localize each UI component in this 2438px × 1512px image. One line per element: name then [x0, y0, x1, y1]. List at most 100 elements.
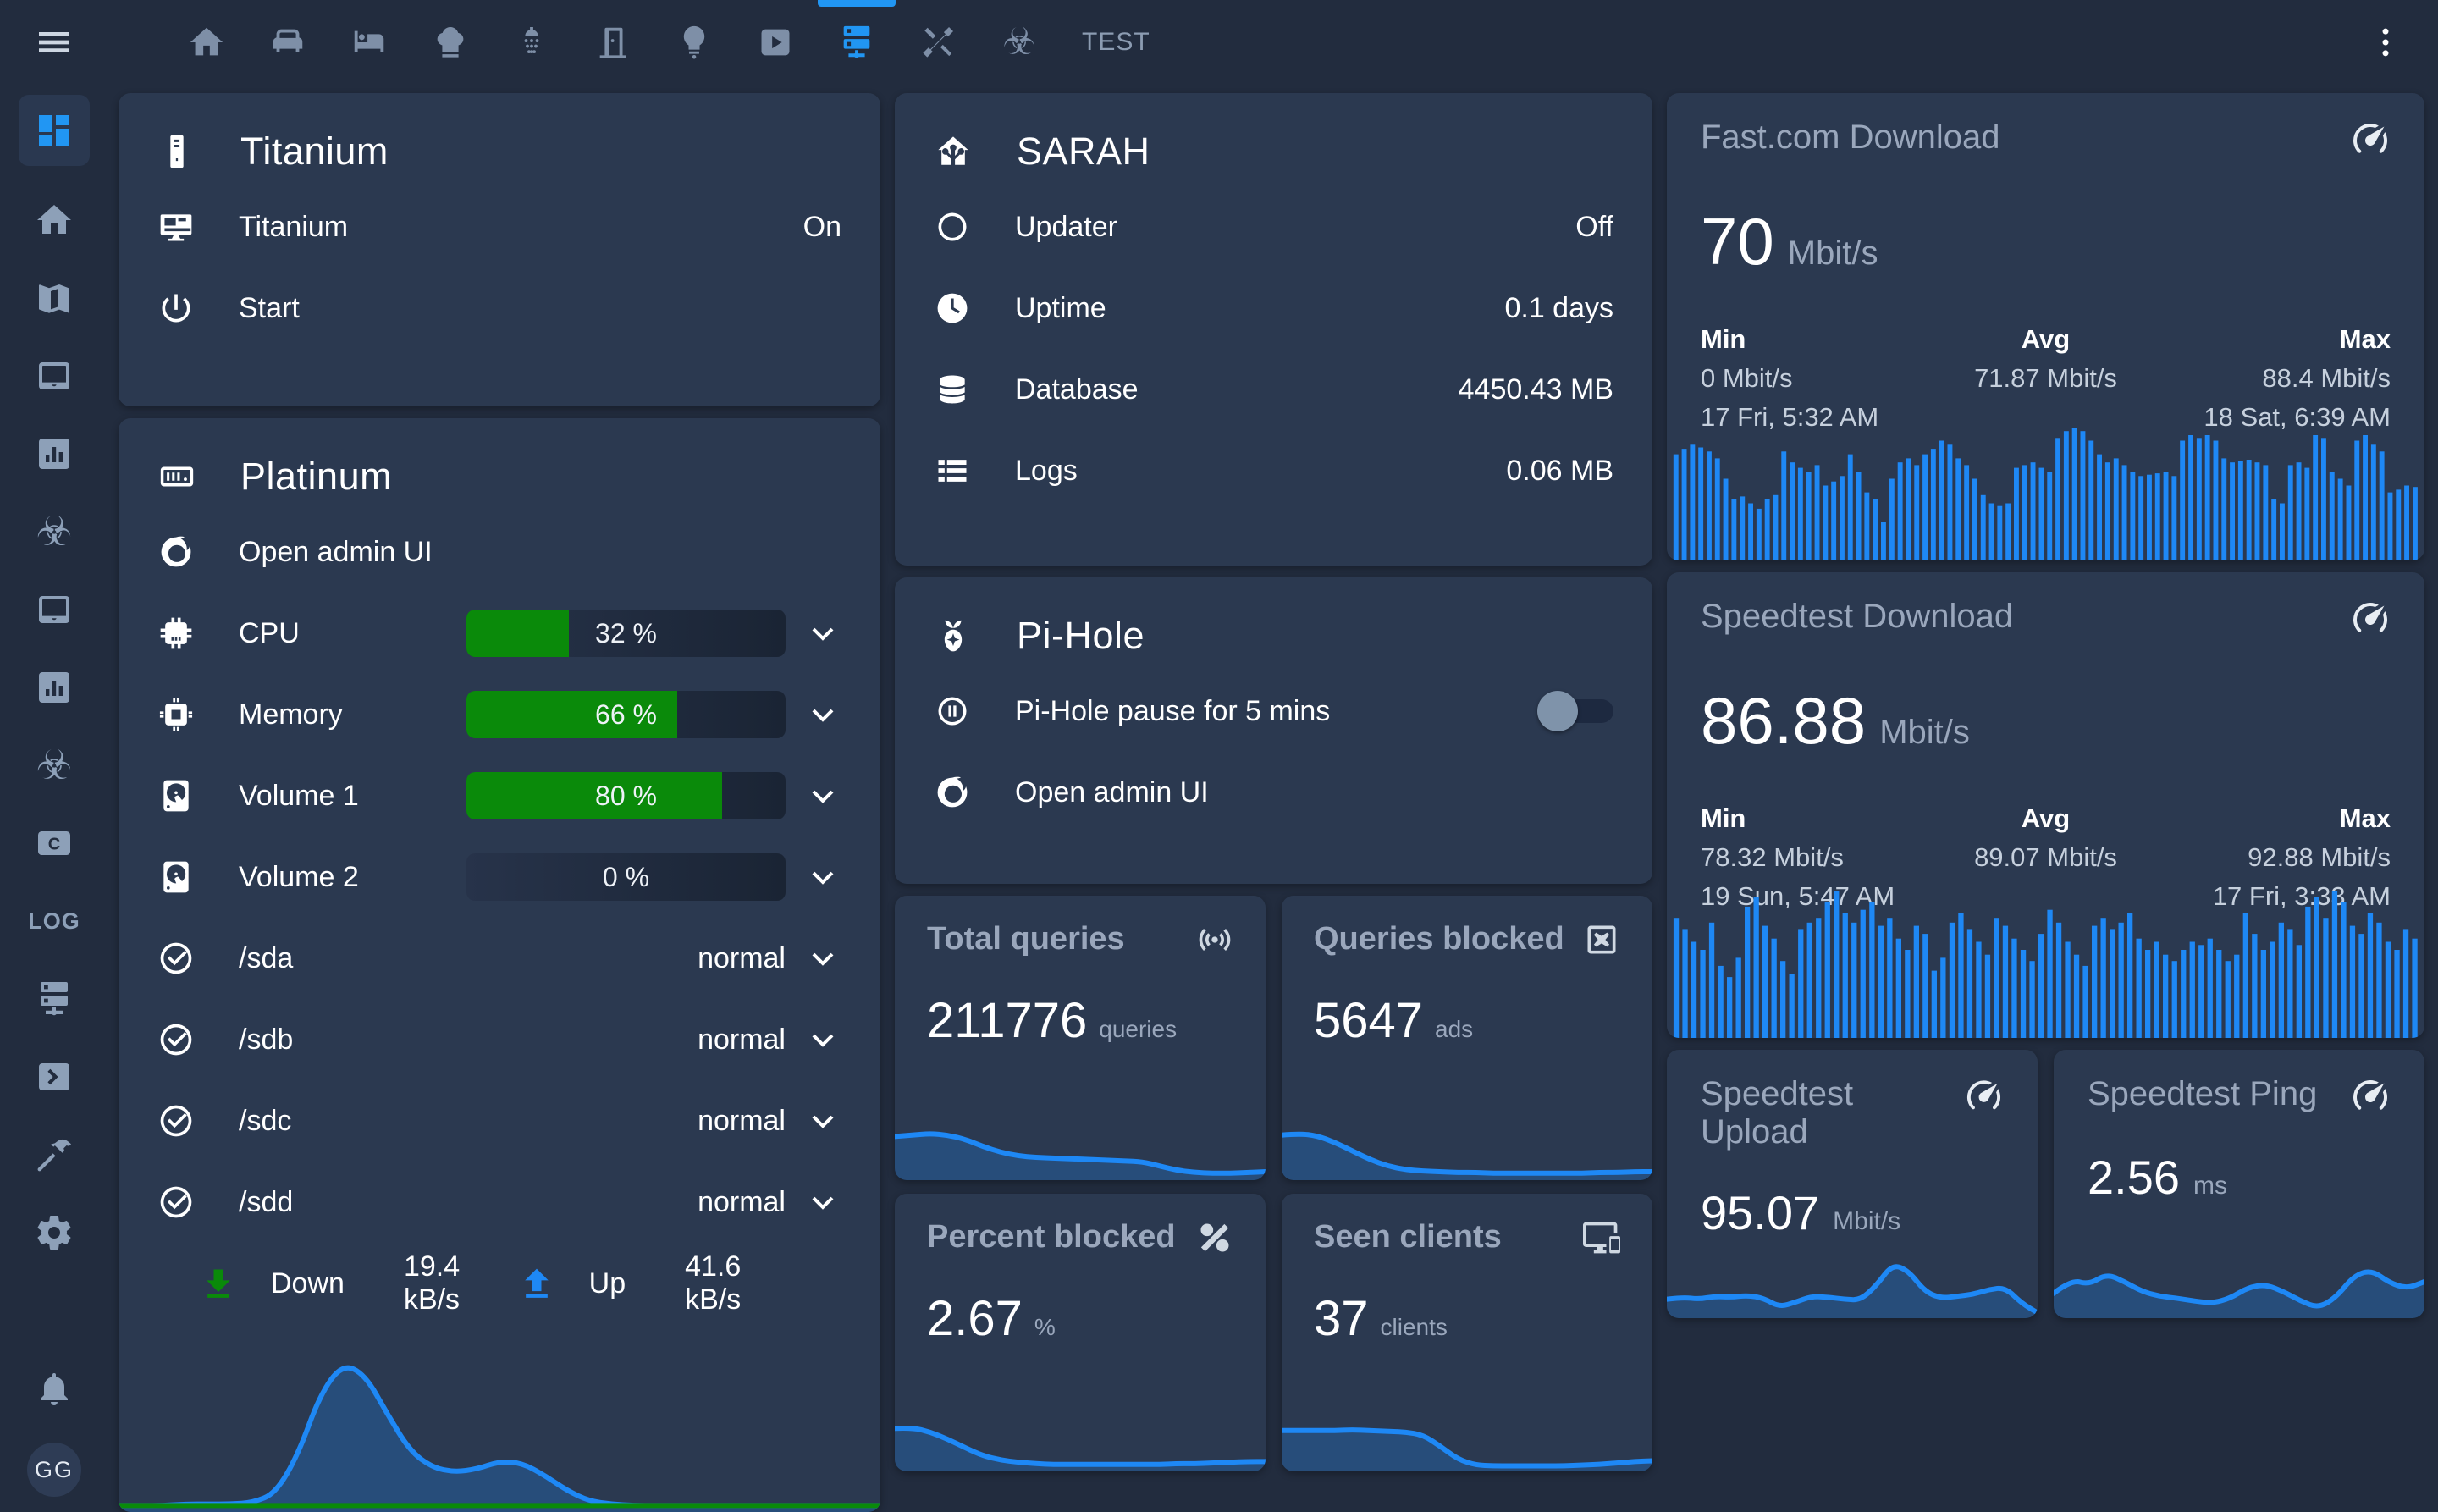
- overflow-menu-icon[interactable]: [2367, 24, 2404, 61]
- sidebar-item-home[interactable]: [19, 196, 90, 244]
- tab-home[interactable]: [166, 0, 247, 85]
- tab-network-active[interactable]: [816, 0, 897, 85]
- card-header: Pi-Hole: [895, 577, 1652, 670]
- tab-tools[interactable]: [897, 0, 979, 85]
- shower-icon: [512, 23, 551, 62]
- chevron-down-icon[interactable]: [804, 940, 841, 977]
- sidebar-item-terminal[interactable]: [19, 1053, 90, 1101]
- stat-title: Total queries: [927, 921, 1125, 957]
- sarah-card: SARAH Updater Off Uptime 0.1 days Databa…: [895, 93, 1652, 566]
- bed-icon: [350, 23, 389, 62]
- entity-row-titanium[interactable]: Titanium On: [119, 186, 880, 268]
- chef-hat-icon: [431, 23, 470, 62]
- database-row[interactable]: Database 4450.43 MB: [895, 349, 1652, 430]
- logs-row[interactable]: Logs 0.06 MB: [895, 430, 1652, 511]
- tab-kitchen[interactable]: [410, 0, 491, 85]
- user-avatar[interactable]: GG: [27, 1443, 81, 1497]
- sidebar-item-biohazard-1[interactable]: ☣: [19, 508, 90, 555]
- chevron-down-icon[interactable]: [804, 1102, 841, 1140]
- volume1-row[interactable]: Volume 1 80 %: [119, 755, 880, 836]
- pihole-pause-row[interactable]: Pi-Hole pause for 5 mins: [895, 670, 1652, 752]
- current-value: 2.56: [2088, 1150, 2180, 1205]
- nas-icon: [157, 457, 196, 496]
- sidebar-item-notifications[interactable]: [19, 1365, 90, 1412]
- sidebar: ☣ ☣ C LOG GG: [0, 85, 108, 1512]
- check-circle-icon: [157, 1184, 195, 1221]
- pause-label: Pi-Hole pause for 5 mins: [1015, 695, 1330, 728]
- fastcom-download-card: Fast.com Download 70Mbit/s Min0 Mbit/s17…: [1667, 93, 2424, 560]
- stat-unit: %: [1034, 1314, 1056, 1341]
- value-unit: Mbit/s: [1879, 714, 1970, 752]
- chevron-down-icon[interactable]: [804, 696, 841, 733]
- tab-test[interactable]: TEST: [1060, 0, 1172, 85]
- up-value: 41.6 kB/s: [685, 1250, 791, 1316]
- harddisk-icon: [157, 777, 195, 814]
- access-point-icon: [1196, 921, 1233, 958]
- tab-bathroom[interactable]: [491, 0, 572, 85]
- entity-row-start[interactable]: Start: [119, 268, 880, 349]
- disk-row-sdd[interactable]: /sdd normal: [119, 1162, 880, 1243]
- biohazard-icon: ☣: [1002, 24, 1035, 61]
- disk-row-sda[interactable]: /sda normal: [119, 918, 880, 999]
- card-title: Speedtest Download: [1701, 598, 2013, 636]
- sidebar-item-biohazard-2[interactable]: ☣: [19, 742, 90, 789]
- card-title: Pi-Hole: [1017, 614, 1145, 658]
- memory-value: 66 %: [466, 691, 786, 738]
- entity-state: On: [803, 211, 841, 244]
- avg-value: 89.07 Mbit/s: [1931, 842, 2161, 873]
- dashboard-content: Titanium Titanium On Start Platinum Open…: [108, 85, 2438, 1512]
- updater-row[interactable]: Updater Off: [895, 186, 1652, 268]
- sidebar-item-developer-tools[interactable]: [19, 1131, 90, 1178]
- speedtest-ping-card: Speedtest Ping 2.56ms: [2054, 1050, 2424, 1318]
- sidebar-item-map[interactable]: [19, 274, 90, 322]
- sidebar-item-network[interactable]: [19, 975, 90, 1023]
- sidebar-item-c-badge[interactable]: C: [19, 819, 90, 867]
- chevron-down-icon[interactable]: [804, 858, 841, 896]
- stat-unit: queries: [1099, 1016, 1177, 1043]
- uptime-row[interactable]: Uptime 0.1 days: [895, 268, 1652, 349]
- gear-icon: [34, 1212, 74, 1253]
- chevron-down-icon[interactable]: [804, 777, 841, 814]
- chevron-down-icon[interactable]: [804, 1184, 841, 1221]
- disk-row-sdc[interactable]: /sdc normal: [119, 1080, 880, 1162]
- sidebar-item-settings[interactable]: [19, 1209, 90, 1256]
- card-title: Speedtest Ping: [2088, 1075, 2317, 1113]
- tab-bedroom[interactable]: [328, 0, 410, 85]
- memory-row[interactable]: Memory 66 %: [119, 674, 880, 755]
- pihole-pause-toggle[interactable]: [1541, 698, 1613, 725]
- stat-value: 2.67: [927, 1290, 1023, 1347]
- sidebar-item-tablet-1[interactable]: [19, 352, 90, 400]
- cpu-row[interactable]: CPU 32 %: [119, 593, 880, 674]
- speedtest-download-card: Speedtest Download 86.88Mbit/s Min78.32 …: [1667, 572, 2424, 1038]
- tab-doors[interactable]: [572, 0, 654, 85]
- open-admin-ui-row[interactable]: Open admin UI: [119, 511, 880, 593]
- bell-icon: [34, 1368, 74, 1409]
- tab-living-room[interactable]: [247, 0, 328, 85]
- network-history-chart: [119, 1351, 880, 1512]
- disk-status: normal: [698, 1024, 786, 1057]
- open-admin-ui-row[interactable]: Open admin UI: [895, 752, 1652, 833]
- tab-lights[interactable]: [654, 0, 735, 85]
- tab-biohazard[interactable]: ☣: [979, 0, 1060, 85]
- sidebar-item-tablet-2[interactable]: [19, 586, 90, 633]
- card-title: SARAH: [1017, 130, 1150, 174]
- sidebar-item-dashboard[interactable]: [19, 95, 90, 166]
- volume2-row[interactable]: Volume 2 0 %: [119, 836, 880, 918]
- sidebar-item-chart-1[interactable]: [19, 430, 90, 477]
- chevron-down-icon[interactable]: [804, 1021, 841, 1058]
- min-label: Min: [1701, 803, 1931, 834]
- tab-media[interactable]: [735, 0, 816, 85]
- sidebar-item-chart-2[interactable]: [19, 664, 90, 711]
- percent-icon: [1196, 1219, 1233, 1256]
- door-icon: [593, 23, 632, 62]
- sidebar-item-logs[interactable]: LOG: [19, 897, 90, 945]
- monitor-icon: [157, 208, 195, 246]
- fastcom-history-chart: [1672, 425, 2419, 560]
- card-title: Speedtest Upload: [1701, 1075, 1964, 1151]
- chevron-down-icon[interactable]: [804, 615, 841, 652]
- min-avg-max: Min0 Mbit/s17 Fri, 5:32 AM Avg71.87 Mbit…: [1701, 324, 2391, 433]
- menu-icon[interactable]: [34, 22, 74, 63]
- database-icon: [934, 371, 971, 408]
- disk-row-sdb[interactable]: /sdb normal: [119, 999, 880, 1080]
- cpu-icon: [157, 615, 195, 652]
